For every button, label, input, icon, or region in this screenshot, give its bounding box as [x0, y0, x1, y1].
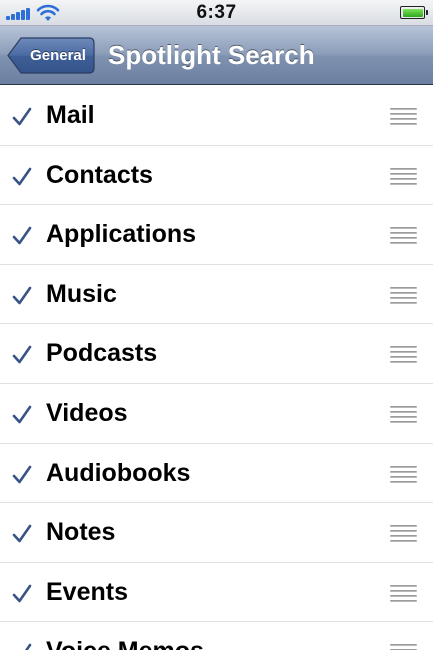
list-item-audiobooks[interactable]: Audiobooks	[0, 443, 433, 504]
check-icon	[12, 167, 32, 185]
navigation-bar: General Spotlight Search	[0, 26, 433, 85]
list-item-label: Events	[46, 577, 128, 606]
back-button-label: General	[30, 47, 86, 64]
page-title: Spotlight Search	[108, 40, 315, 70]
list-item-label: Contacts	[46, 160, 153, 189]
list-item-mail[interactable]: Mail	[0, 86, 433, 146]
check-icon	[12, 346, 32, 364]
reorder-handle-icon[interactable]	[390, 167, 417, 185]
list-item-events[interactable]: Events	[0, 562, 433, 623]
reorder-handle-icon[interactable]	[390, 584, 417, 602]
list-item-videos[interactable]: Videos	[0, 383, 433, 444]
list-item-podcasts[interactable]: Podcasts	[0, 324, 433, 384]
reorder-handle-icon[interactable]	[390, 465, 417, 483]
reorder-handle-icon[interactable]	[390, 346, 417, 364]
list-item-label: Videos	[46, 398, 128, 427]
check-icon	[12, 226, 32, 245]
list-item-label: Voice Memos	[46, 622, 204, 650]
list-item-label: Applications	[46, 220, 197, 249]
list-item-voice-memos[interactable]: Voice Memos	[0, 622, 433, 650]
reorder-handle-icon[interactable]	[390, 644, 417, 650]
list-item-label: Podcasts	[46, 339, 158, 368]
reorder-handle-icon[interactable]	[390, 227, 417, 245]
check-icon	[25, 644, 32, 650]
list-item-applications[interactable]: Applications	[0, 205, 433, 265]
check-icon	[12, 286, 32, 305]
screen: 6:37 General Spotlight Search Mail Conta…	[0, 0, 433, 650]
check-icon	[12, 584, 32, 603]
list-item-label: Mail	[46, 101, 95, 129]
battery-icon	[400, 6, 428, 19]
reorder-handle-icon[interactable]	[390, 525, 417, 543]
check-icon	[12, 524, 32, 543]
status-bar: 6:37	[0, 0, 433, 26]
status-time: 6:37	[196, 2, 237, 23]
check-icon	[12, 107, 32, 126]
list-item-contacts[interactable]: Contacts	[0, 145, 433, 206]
list-item-music[interactable]: Music	[0, 264, 433, 325]
list-item-label: Audiobooks	[46, 458, 191, 487]
check-icon	[12, 465, 32, 483]
list-item-label: Notes	[46, 518, 116, 547]
check-icon	[12, 405, 32, 424]
list-item-label: Music	[46, 279, 117, 308]
reorder-handle-icon[interactable]	[390, 286, 417, 304]
reorder-handle-icon[interactable]	[390, 405, 417, 423]
reorder-handle-icon[interactable]	[390, 108, 417, 125]
back-button-general[interactable]: General	[7, 37, 95, 74]
spotlight-search-list: Mail Contacts Applications Music Podcast…	[0, 86, 433, 650]
list-item-notes[interactable]: Notes	[0, 503, 433, 563]
